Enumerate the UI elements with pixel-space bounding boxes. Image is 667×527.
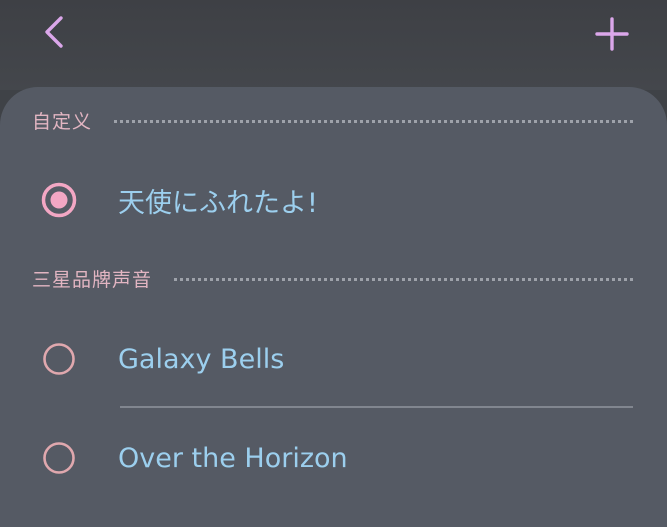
add-button[interactable]: [586, 8, 638, 60]
dotted-divider: [174, 277, 633, 281]
dotted-divider: [114, 119, 633, 123]
radio-unselected-icon: [43, 343, 75, 375]
ringtone-item-tenshi[interactable]: 天使にふれたよ!: [0, 165, 667, 235]
ringtone-item-galaxy-bells[interactable]: Galaxy Bells: [0, 324, 667, 394]
back-button[interactable]: [30, 8, 78, 56]
ringtone-label: Galaxy Bells: [118, 343, 285, 375]
ringtone-label: 天使にふれたよ!: [118, 187, 318, 219]
radio-unselected-icon: [43, 442, 75, 474]
plus-icon: [595, 17, 629, 51]
ringtone-label: Over the Horizon: [118, 442, 348, 474]
radio-selected[interactable]: [41, 182, 77, 218]
radio-selected-icon: [41, 182, 77, 218]
radio-unselected[interactable]: [41, 440, 77, 476]
section-title: 自定义: [32, 110, 93, 133]
ringtone-item-over-the-horizon[interactable]: Over the Horizon: [0, 423, 667, 493]
top-app-bar: [0, 0, 667, 90]
list-divider: [120, 406, 633, 408]
section-title: 三星品牌声音: [32, 268, 153, 291]
chevron-left-icon: [45, 16, 63, 48]
section-header-custom: 自定义: [32, 107, 633, 133]
radio-unselected[interactable]: [41, 341, 77, 377]
section-header-samsung-sounds: 三星品牌声音: [32, 265, 633, 291]
